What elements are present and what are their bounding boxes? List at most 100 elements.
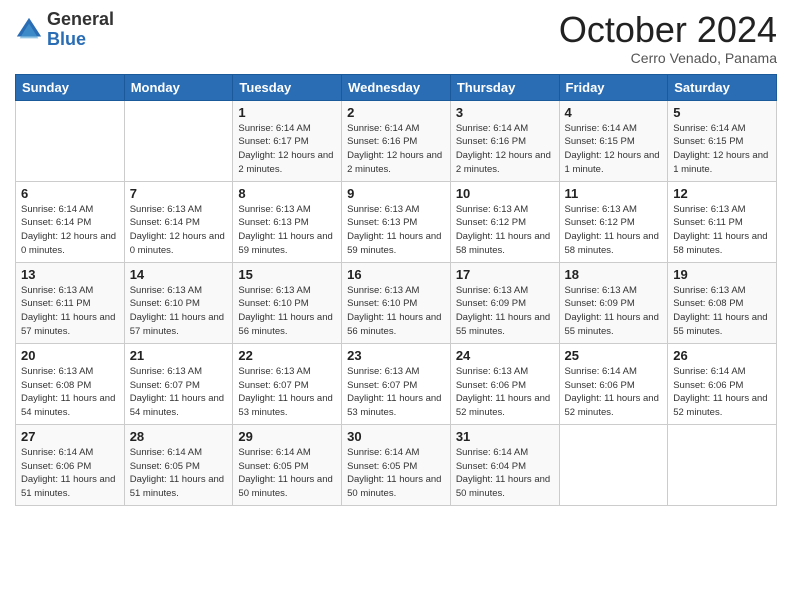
day-info: Sunrise: 6:14 AM Sunset: 6:14 PM Dayligh… [21,203,119,258]
col-friday: Friday [559,74,668,100]
day-info: Sunrise: 6:13 AM Sunset: 6:10 PM Dayligh… [347,284,445,339]
day-info: Sunrise: 6:13 AM Sunset: 6:09 PM Dayligh… [456,284,554,339]
day-number: 30 [347,429,445,444]
calendar-cell: 31Sunrise: 6:14 AM Sunset: 6:04 PM Dayli… [450,424,559,505]
day-number: 28 [130,429,228,444]
day-number: 24 [456,348,554,363]
day-info: Sunrise: 6:13 AM Sunset: 6:07 PM Dayligh… [238,365,336,420]
day-info: Sunrise: 6:14 AM Sunset: 6:17 PM Dayligh… [238,122,336,177]
day-info: Sunrise: 6:13 AM Sunset: 6:13 PM Dayligh… [238,203,336,258]
day-number: 4 [565,105,663,120]
calendar-cell: 23 Sunrise: 6:13 AM Sunset: 6:07 PM Dayli… [342,343,451,424]
day-number: 26 [673,348,771,363]
calendar-table: Sunday Monday Tuesday Wednesday Thursday… [15,74,777,506]
day-number: 29 [238,429,336,444]
day-number: 23 [347,348,445,363]
calendar-cell: 14Sunrise: 6:13 AM Sunset: 6:10 PM Dayli… [124,262,233,343]
day-info: Sunrise: 6:14 AM Sunset: 6:15 PM Dayligh… [565,122,663,177]
day-number: 15 [238,267,336,282]
day-number: 31 [456,429,554,444]
day-info: Sunrise: 6:14 AM Sunset: 6:16 PM Dayligh… [347,122,445,177]
calendar-cell [124,100,233,181]
calendar-cell: 24 Sunrise: 6:13 AM Sunset: 6:06 PM Dayli… [450,343,559,424]
col-saturday: Saturday [668,74,777,100]
day-number: 18 [565,267,663,282]
logo-general: General [47,10,114,30]
col-wednesday: Wednesday [342,74,451,100]
day-info: Sunrise: 6:13 AM Sunset: 6:11 PM Dayligh… [21,284,119,339]
day-number: 14 [130,267,228,282]
day-number: 6 [21,186,119,201]
logo-icon [15,16,43,44]
day-number: 27 [21,429,119,444]
day-info: Sunrise: 6:13 AM Sunset: 6:07 PM Dayligh… [130,365,228,420]
col-sunday: Sunday [16,74,125,100]
calendar-cell: 26 Sunrise: 6:14 AM Sunset: 6:06 PM Dayli… [668,343,777,424]
calendar-cell: 6 Sunrise: 6:14 AM Sunset: 6:14 PM Daylig… [16,181,125,262]
day-number: 2 [347,105,445,120]
day-info: Sunrise: 6:13 AM Sunset: 6:09 PM Dayligh… [565,284,663,339]
day-info: Sunrise: 6:14 AM Sunset: 6:06 PM Dayligh… [565,365,663,420]
calendar-cell: 4 Sunrise: 6:14 AM Sunset: 6:15 PM Daylig… [559,100,668,181]
day-info: Sunrise: 6:13 AM Sunset: 6:06 PM Dayligh… [456,365,554,420]
calendar-cell: 2 Sunrise: 6:14 AM Sunset: 6:16 PM Daylig… [342,100,451,181]
day-number: 25 [565,348,663,363]
day-number: 5 [673,105,771,120]
calendar-cell: 25 Sunrise: 6:14 AM Sunset: 6:06 PM Dayli… [559,343,668,424]
title-area: October 2024 Cerro Venado, Panama [559,10,777,66]
calendar-cell: 3Sunrise: 6:14 AM Sunset: 6:16 PM Daylig… [450,100,559,181]
header-row: Sunday Monday Tuesday Wednesday Thursday… [16,74,777,100]
day-info: Sunrise: 6:13 AM Sunset: 6:11 PM Dayligh… [673,203,771,258]
calendar-cell: 16 Sunrise: 6:13 AM Sunset: 6:10 PM Dayli… [342,262,451,343]
day-info: Sunrise: 6:14 AM Sunset: 6:05 PM Dayligh… [238,446,336,501]
day-number: 1 [238,105,336,120]
day-number: 22 [238,348,336,363]
calendar-cell: 18 Sunrise: 6:13 AM Sunset: 6:09 PM Dayli… [559,262,668,343]
calendar-cell: 21 Sunrise: 6:13 AM Sunset: 6:07 PM Dayli… [124,343,233,424]
day-info: Sunrise: 6:13 AM Sunset: 6:12 PM Dayligh… [565,203,663,258]
calendar-cell: 15 Sunrise: 6:13 AM Sunset: 6:10 PM Dayli… [233,262,342,343]
calendar-cell: 1 Sunrise: 6:14 AM Sunset: 6:17 PM Daylig… [233,100,342,181]
calendar-cell [16,100,125,181]
calendar-cell [559,424,668,505]
day-info: Sunrise: 6:14 AM Sunset: 6:15 PM Dayligh… [673,122,771,177]
calendar-cell: 8 Sunrise: 6:13 AM Sunset: 6:13 PM Daylig… [233,181,342,262]
col-monday: Monday [124,74,233,100]
header: General Blue October 2024 Cerro Venado, … [15,10,777,66]
day-info: Sunrise: 6:14 AM Sunset: 6:05 PM Dayligh… [347,446,445,501]
calendar-cell: 20Sunrise: 6:13 AM Sunset: 6:08 PM Dayli… [16,343,125,424]
logo-text: General Blue [47,10,114,50]
day-number: 3 [456,105,554,120]
day-info: Sunrise: 6:13 AM Sunset: 6:12 PM Dayligh… [456,203,554,258]
calendar-cell: 17Sunrise: 6:13 AM Sunset: 6:09 PM Dayli… [450,262,559,343]
calendar-cell: 19Sunrise: 6:13 AM Sunset: 6:08 PM Dayli… [668,262,777,343]
col-tuesday: Tuesday [233,74,342,100]
day-info: Sunrise: 6:13 AM Sunset: 6:14 PM Dayligh… [130,203,228,258]
calendar-week-2: 6 Sunrise: 6:14 AM Sunset: 6:14 PM Daylig… [16,181,777,262]
calendar-cell: 7Sunrise: 6:13 AM Sunset: 6:14 PM Daylig… [124,181,233,262]
day-number: 21 [130,348,228,363]
day-number: 8 [238,186,336,201]
day-info: Sunrise: 6:14 AM Sunset: 6:05 PM Dayligh… [130,446,228,501]
month-title: October 2024 [559,10,777,50]
calendar-cell [668,424,777,505]
day-info: Sunrise: 6:13 AM Sunset: 6:07 PM Dayligh… [347,365,445,420]
day-info: Sunrise: 6:14 AM Sunset: 6:06 PM Dayligh… [673,365,771,420]
calendar-cell: 13Sunrise: 6:13 AM Sunset: 6:11 PM Dayli… [16,262,125,343]
page-container: General Blue October 2024 Cerro Venado, … [0,0,792,516]
day-info: Sunrise: 6:13 AM Sunset: 6:13 PM Dayligh… [347,203,445,258]
logo-blue: Blue [47,30,114,50]
calendar-week-4: 20Sunrise: 6:13 AM Sunset: 6:08 PM Dayli… [16,343,777,424]
day-info: Sunrise: 6:13 AM Sunset: 6:08 PM Dayligh… [21,365,119,420]
calendar-cell: 30 Sunrise: 6:14 AM Sunset: 6:05 PM Dayli… [342,424,451,505]
calendar-cell: 12 Sunrise: 6:13 AM Sunset: 6:11 PM Dayli… [668,181,777,262]
day-number: 16 [347,267,445,282]
day-info: Sunrise: 6:14 AM Sunset: 6:06 PM Dayligh… [21,446,119,501]
day-info: Sunrise: 6:13 AM Sunset: 6:10 PM Dayligh… [238,284,336,339]
day-number: 12 [673,186,771,201]
calendar-cell: 9 Sunrise: 6:13 AM Sunset: 6:13 PM Daylig… [342,181,451,262]
calendar-cell: 22 Sunrise: 6:13 AM Sunset: 6:07 PM Dayli… [233,343,342,424]
calendar-cell: 27 Sunrise: 6:14 AM Sunset: 6:06 PM Dayli… [16,424,125,505]
calendar-week-1: 1 Sunrise: 6:14 AM Sunset: 6:17 PM Daylig… [16,100,777,181]
day-number: 9 [347,186,445,201]
